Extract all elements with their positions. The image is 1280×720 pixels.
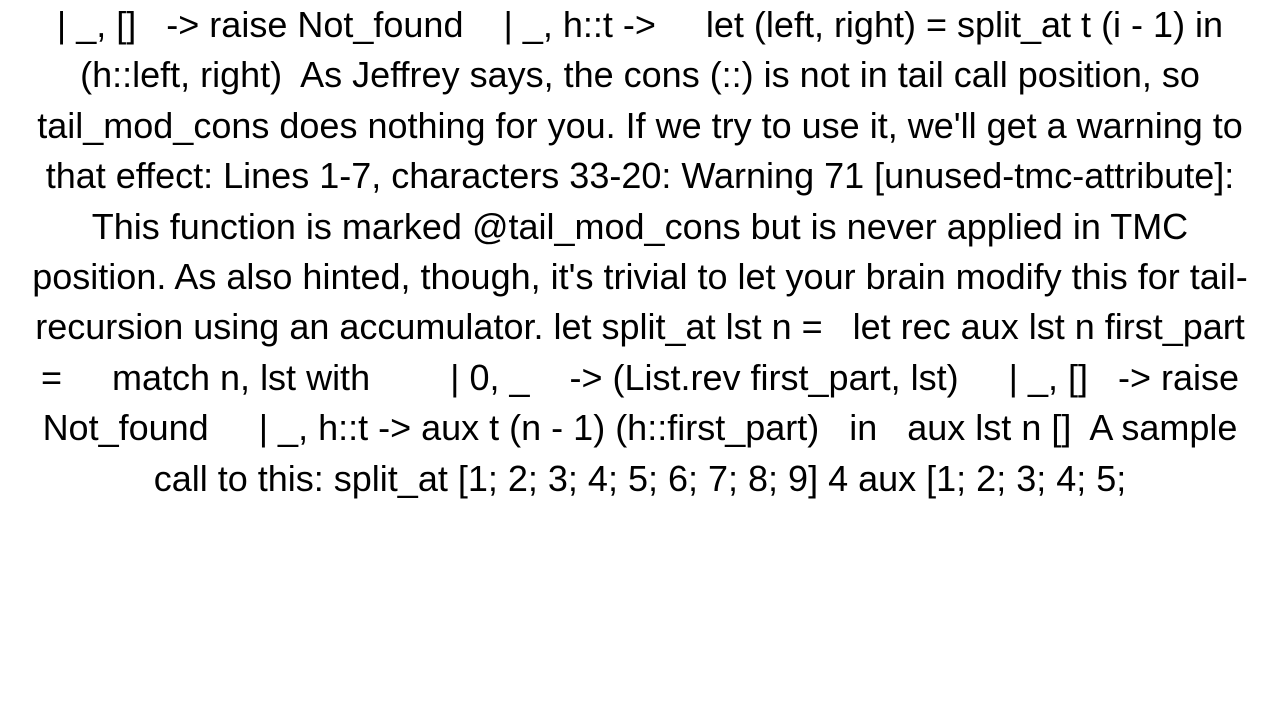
document-body: | _, [] -> raise Not_found | _, h::t -> … — [10, 0, 1270, 504]
